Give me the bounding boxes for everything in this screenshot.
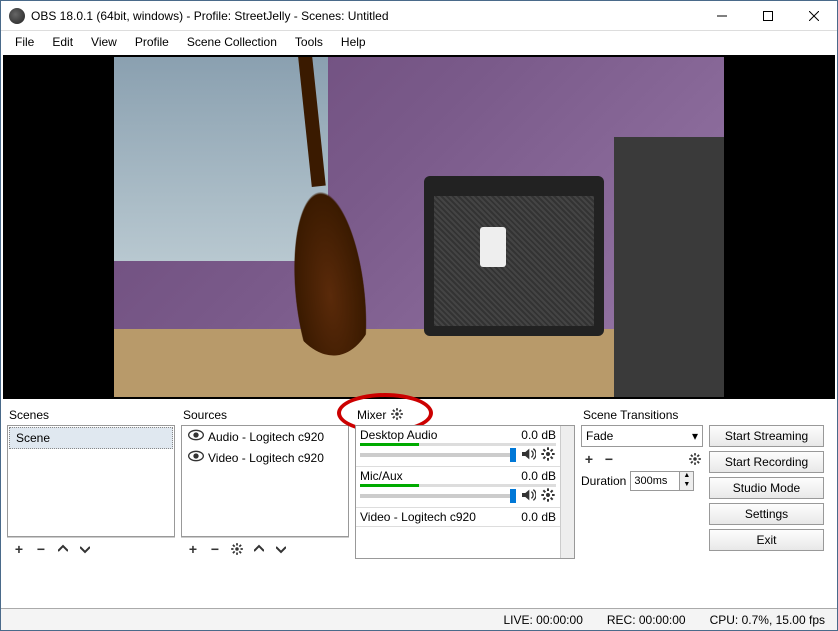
duration-spinbox[interactable]: ▲▼ xyxy=(630,471,694,491)
sources-header: Sources xyxy=(181,405,349,425)
scene-up-button[interactable] xyxy=(55,541,71,557)
start-streaming-button[interactable]: Start Streaming xyxy=(709,425,824,447)
spin-down-button[interactable]: ▼ xyxy=(679,481,693,490)
mixer-title: Mixer xyxy=(357,408,386,422)
transitions-panel: Scene Transitions Fade ▾ + − Duration ▲▼ xyxy=(581,405,703,559)
volume-slider[interactable] xyxy=(360,453,516,457)
scene-down-button[interactable] xyxy=(77,541,93,557)
menu-view[interactable]: View xyxy=(83,33,125,51)
source-down-button[interactable] xyxy=(273,541,289,557)
mixer-list: Desktop Audio 0.0 dB Mic/Aux 0.0 dB xyxy=(355,425,575,559)
sources-list[interactable]: Audio - Logitech c920 Video - Logitech c… xyxy=(181,425,349,537)
source-properties-button[interactable] xyxy=(229,541,245,557)
start-recording-button[interactable]: Start Recording xyxy=(709,451,824,473)
mixer-header: Mixer xyxy=(355,405,575,425)
eye-icon[interactable] xyxy=(188,429,204,444)
source-item[interactable]: Audio - Logitech c920 xyxy=(182,426,348,447)
source-label: Video - Logitech c920 xyxy=(208,451,324,465)
volume-slider[interactable] xyxy=(360,494,516,498)
status-rec: REC: 00:00:00 xyxy=(607,613,686,627)
status-cpu: CPU: 0.7%, 15.00 fps xyxy=(710,613,825,627)
mixer-source-name: Video - Logitech c920 xyxy=(360,510,476,524)
minimize-button[interactable] xyxy=(699,1,745,31)
transitions-header: Scene Transitions xyxy=(581,405,703,425)
mixer-settings-button[interactable] xyxy=(390,407,404,424)
gear-icon[interactable] xyxy=(540,487,556,506)
menu-scene-collection[interactable]: Scene Collection xyxy=(179,33,285,51)
menu-file[interactable]: File xyxy=(7,33,42,51)
window-title: OBS 18.0.1 (64bit, windows) - Profile: S… xyxy=(31,9,699,23)
mixer-scrollbar[interactable] xyxy=(560,426,574,558)
source-up-button[interactable] xyxy=(251,541,267,557)
menu-tools[interactable]: Tools xyxy=(287,33,331,51)
source-item[interactable]: Video - Logitech c920 xyxy=(182,447,348,468)
menubar: File Edit View Profile Scene Collection … xyxy=(1,31,837,53)
mixer-db: 0.0 dB xyxy=(521,469,556,483)
remove-scene-button[interactable]: − xyxy=(33,541,49,557)
source-label: Audio - Logitech c920 xyxy=(208,430,324,444)
add-scene-button[interactable]: + xyxy=(11,541,27,557)
controls-panel: Start Streaming Start Recording Studio M… xyxy=(709,405,824,559)
preview-area[interactable] xyxy=(3,55,835,399)
scenes-toolbar: + − xyxy=(7,537,175,559)
transition-properties-button[interactable] xyxy=(687,451,703,467)
gear-icon[interactable] xyxy=(540,446,556,465)
mixer-source-name: Desktop Audio xyxy=(360,428,437,442)
mixer-db: 0.0 dB xyxy=(521,510,556,524)
mixer-source-name: Mic/Aux xyxy=(360,469,403,483)
speaker-icon[interactable] xyxy=(520,446,536,465)
statusbar: LIVE: 00:00:00 REC: 00:00:00 CPU: 0.7%, … xyxy=(1,608,837,630)
duration-label: Duration xyxy=(581,474,626,488)
eye-icon[interactable] xyxy=(188,450,204,465)
mixer-row: Desktop Audio 0.0 dB xyxy=(356,426,560,467)
maximize-button[interactable] xyxy=(745,1,791,31)
sources-toolbar: + − xyxy=(181,537,349,559)
scenes-header: Scenes xyxy=(7,405,175,425)
speaker-icon[interactable] xyxy=(520,487,536,506)
scenes-panel: Scenes Scene + − xyxy=(7,405,175,559)
scene-item[interactable]: Scene xyxy=(9,427,173,449)
remove-source-button[interactable]: − xyxy=(207,541,223,557)
menu-profile[interactable]: Profile xyxy=(127,33,177,51)
spin-up-button[interactable]: ▲ xyxy=(679,472,693,481)
menu-edit[interactable]: Edit xyxy=(44,33,81,51)
transition-selected: Fade xyxy=(586,429,613,443)
chevron-down-icon: ▾ xyxy=(692,429,698,443)
studio-mode-button[interactable]: Studio Mode xyxy=(709,477,824,499)
duration-input[interactable] xyxy=(631,472,679,490)
mixer-row: Mic/Aux 0.0 dB xyxy=(356,467,560,508)
preview-video xyxy=(114,57,724,397)
close-button[interactable] xyxy=(791,1,837,31)
exit-button[interactable]: Exit xyxy=(709,529,824,551)
mixer-panel: Mixer Desktop Audio 0.0 dB Mic/Aux 0.0 dB xyxy=(355,405,575,559)
mixer-row: Video - Logitech c920 0.0 dB xyxy=(356,508,560,527)
menu-help[interactable]: Help xyxy=(333,33,374,51)
titlebar: OBS 18.0.1 (64bit, windows) - Profile: S… xyxy=(1,1,837,31)
add-source-button[interactable]: + xyxy=(185,541,201,557)
transition-select[interactable]: Fade ▾ xyxy=(581,425,703,447)
remove-transition-button[interactable]: − xyxy=(601,451,617,467)
status-live: LIVE: 00:00:00 xyxy=(503,613,582,627)
sources-panel: Sources Audio - Logitech c920 Video - Lo… xyxy=(181,405,349,559)
mixer-db: 0.0 dB xyxy=(521,428,556,442)
app-logo-icon xyxy=(9,8,25,24)
add-transition-button[interactable]: + xyxy=(581,451,597,467)
scenes-list[interactable]: Scene xyxy=(7,425,175,537)
settings-button[interactable]: Settings xyxy=(709,503,824,525)
